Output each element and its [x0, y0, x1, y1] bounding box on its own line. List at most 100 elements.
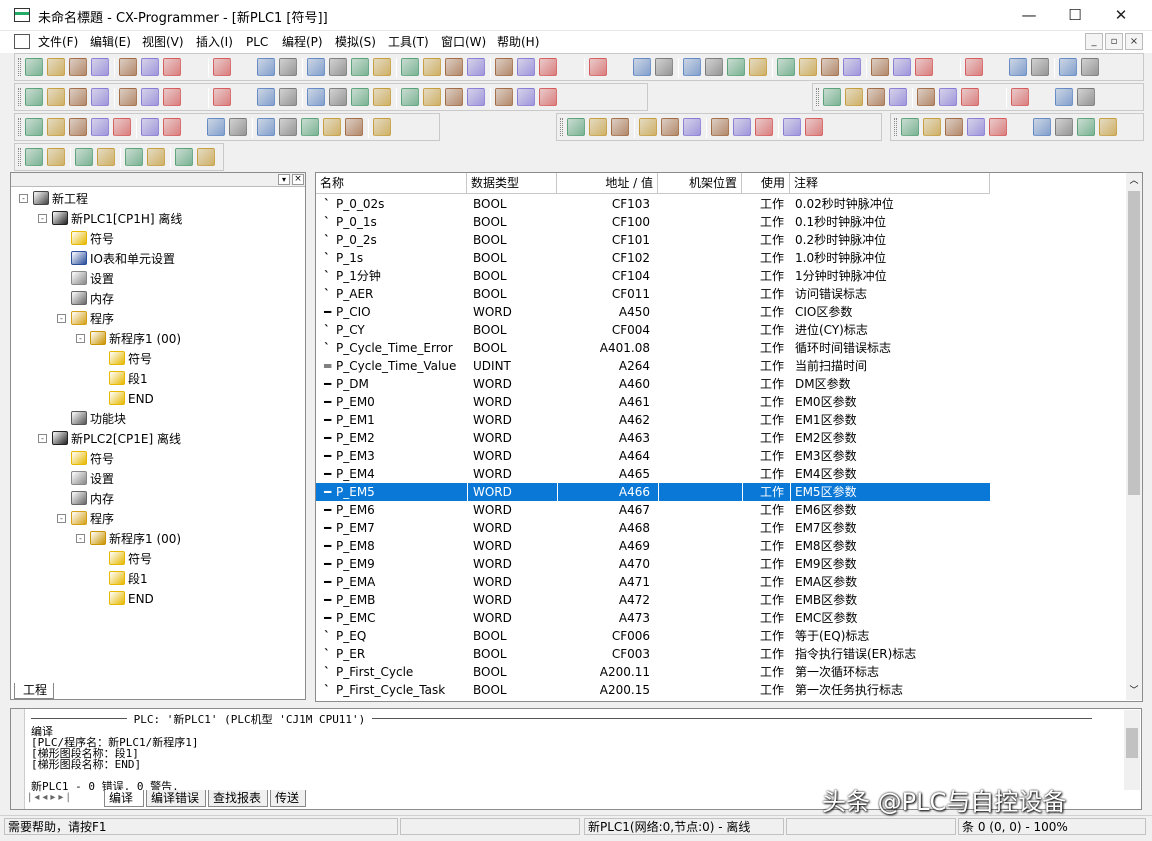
- toolbar-button-icon[interactable]: [279, 58, 297, 76]
- toolbar-button-icon[interactable]: [185, 88, 203, 106]
- tree-node[interactable]: 设置: [71, 269, 114, 289]
- toolbar-button-icon[interactable]: [867, 88, 885, 106]
- toolbar-button-icon[interactable]: [141, 58, 159, 76]
- toolbar-button-icon[interactable]: [827, 118, 845, 136]
- menu-edit[interactable]: 编辑(E): [86, 33, 135, 51]
- mdi-restore-button[interactable]: ▫: [1105, 33, 1123, 50]
- toolbar-button-icon[interactable]: [517, 58, 535, 76]
- toolbar-button-icon[interactable]: [639, 118, 657, 136]
- column-header-usage[interactable]: 使用: [742, 173, 790, 194]
- toolbar-button-icon[interactable]: [989, 118, 1007, 136]
- toolbar-button-icon[interactable]: [213, 88, 231, 106]
- menu-help[interactable]: 帮助(H): [493, 33, 543, 51]
- table-row[interactable]: ━ P_EM1 WORD A462 工作 EM1区参数: [316, 411, 1126, 429]
- menu-tools[interactable]: 工具(T): [384, 33, 433, 51]
- output-tab[interactable]: 传送: [270, 790, 306, 807]
- toolbar-button-icon[interactable]: [257, 58, 275, 76]
- toolbar-button-icon[interactable]: [915, 58, 933, 76]
- output-tab[interactable]: 编译错误: [146, 790, 206, 807]
- toolbar-button-icon[interactable]: [423, 58, 441, 76]
- toolbar-button-icon[interactable]: [163, 58, 181, 76]
- toolbar-button-icon[interactable]: [967, 118, 985, 136]
- toolbar-button-icon[interactable]: [889, 88, 907, 106]
- toolbar-button-icon[interactable]: [1033, 88, 1051, 106]
- tree-node[interactable]: - 新PLC2[CP1E] 离线: [38, 429, 181, 449]
- toolbar-button-icon[interactable]: [983, 88, 1001, 106]
- toolbar-button-icon[interactable]: [279, 88, 297, 106]
- table-row[interactable]: ━ P_EMC WORD A473 工作 EMC区参数: [316, 609, 1126, 627]
- table-row[interactable]: ━ P_EM0 WORD A461 工作 EM0区参数: [316, 393, 1126, 411]
- tree-node[interactable]: IO表和单元设置: [71, 249, 175, 269]
- toolbar-button-icon[interactable]: [141, 88, 159, 106]
- toolbar-button-icon[interactable]: [733, 118, 751, 136]
- table-row[interactable]: ` P_0_1s BOOL CF100 工作 0.1秒时钟脉冲位: [316, 213, 1126, 231]
- toolbar-button-icon[interactable]: [1081, 58, 1099, 76]
- toolbar-button-icon[interactable]: [805, 118, 823, 136]
- table-row[interactable]: ` P_Cycle_Time_Error BOOL A401.08 工作 循环时间错误标志: [316, 339, 1126, 357]
- table-row[interactable]: ` P_CY BOOL CF004 工作 进位(CY)标志: [316, 321, 1126, 339]
- toolbar-button-icon[interactable]: [307, 58, 325, 76]
- toolbar-button-icon[interactable]: [1099, 118, 1117, 136]
- column-header-comment[interactable]: 注释: [790, 173, 990, 194]
- toolbar-button-icon[interactable]: [1055, 118, 1073, 136]
- output-scroll-thumb[interactable]: [1126, 728, 1138, 758]
- toolbar-button-icon[interactable]: [517, 88, 535, 106]
- toolbar-button-icon[interactable]: [279, 118, 297, 136]
- table-row[interactable]: ━ P_EMB WORD A472 工作 EMB区参数: [316, 591, 1126, 609]
- table-row[interactable]: ━ P_CIO WORD A450 工作 CIO区参数: [316, 303, 1126, 321]
- toolbar-button-icon[interactable]: [119, 88, 137, 106]
- toolbar-button-icon[interactable]: [589, 58, 607, 76]
- table-row[interactable]: ━ P_EM9 WORD A470 工作 EM9区参数: [316, 555, 1126, 573]
- tree-node[interactable]: 设置: [71, 469, 114, 489]
- toolbar-button-icon[interactable]: [351, 58, 369, 76]
- toolbar-button-icon[interactable]: [323, 118, 341, 136]
- toolbar-button-icon[interactable]: [467, 58, 485, 76]
- menu-plc[interactable]: PLC: [242, 33, 272, 51]
- toolbar-button-icon[interactable]: [1077, 88, 1095, 106]
- toolbar-button-icon[interactable]: [207, 118, 225, 136]
- toolbar-button-icon[interactable]: [91, 88, 109, 106]
- tree-node[interactable]: END: [109, 389, 154, 409]
- toolbar-button-icon[interactable]: [945, 118, 963, 136]
- tree-node[interactable]: 段1: [109, 569, 148, 589]
- toolbar-button-icon[interactable]: [467, 88, 485, 106]
- toolbar-button-icon[interactable]: [25, 58, 43, 76]
- minimize-button[interactable]: —: [1006, 0, 1052, 31]
- table-scrollbar[interactable]: ︿ ﹀: [1126, 173, 1142, 700]
- menu-program[interactable]: 编程(P): [278, 33, 327, 51]
- toolbar-button-icon[interactable]: [1077, 118, 1095, 136]
- toolbar-button-icon[interactable]: [373, 58, 391, 76]
- document-icon[interactable]: [14, 34, 30, 49]
- toolbar-button-icon[interactable]: [987, 58, 1005, 76]
- toolbar-button-icon[interactable]: [125, 148, 143, 166]
- toolbar-button-icon[interactable]: [901, 118, 919, 136]
- toolbar-button-icon[interactable]: [705, 58, 723, 76]
- column-header-type[interactable]: 数据类型: [467, 173, 557, 194]
- toolbar-button-icon[interactable]: [683, 58, 701, 76]
- table-row[interactable]: ` P_First_Cycle BOOL A200.11 工作 第一次循环标志: [316, 663, 1126, 681]
- toolbar-button-icon[interactable]: [561, 58, 579, 76]
- toolbar-button-icon[interactable]: [445, 88, 463, 106]
- toolbar-button-icon[interactable]: [661, 118, 679, 136]
- tree-expander-icon[interactable]: -: [76, 534, 85, 543]
- toolbar-button-icon[interactable]: [611, 58, 629, 76]
- table-row[interactable]: ` P_AER BOOL CF011 工作 访问错误标志: [316, 285, 1126, 303]
- output-tab[interactable]: 编译: [104, 790, 144, 807]
- tree-dropdown-icon[interactable]: ▾: [278, 174, 290, 185]
- maximize-button[interactable]: ☐: [1052, 0, 1098, 31]
- toolbar-button-icon[interactable]: [655, 58, 673, 76]
- table-row[interactable]: ` P_1s BOOL CF102 工作 1.0秒时钟脉冲位: [316, 249, 1126, 267]
- column-header-name[interactable]: 名称: [316, 173, 467, 194]
- table-row[interactable]: ` P_EQ BOOL CF006 工作 等于(EQ)标志: [316, 627, 1126, 645]
- scroll-thumb[interactable]: [1128, 191, 1140, 495]
- toolbar-button-icon[interactable]: [567, 118, 585, 136]
- toolbar-button-icon[interactable]: [307, 88, 325, 106]
- toolbar-button-icon[interactable]: [611, 118, 629, 136]
- tree-expander-icon[interactable]: -: [57, 514, 66, 523]
- toolbar-button-icon[interactable]: [783, 118, 801, 136]
- toolbar-button-icon[interactable]: [1059, 58, 1077, 76]
- toolbar-button-icon[interactable]: [711, 118, 729, 136]
- scroll-up-icon[interactable]: ︿: [1126, 173, 1142, 189]
- tree-node[interactable]: 内存: [71, 489, 114, 509]
- table-row[interactable]: ═ P_Cycle_Time_Value UDINT A264 工作 当前扫描时间: [316, 357, 1126, 375]
